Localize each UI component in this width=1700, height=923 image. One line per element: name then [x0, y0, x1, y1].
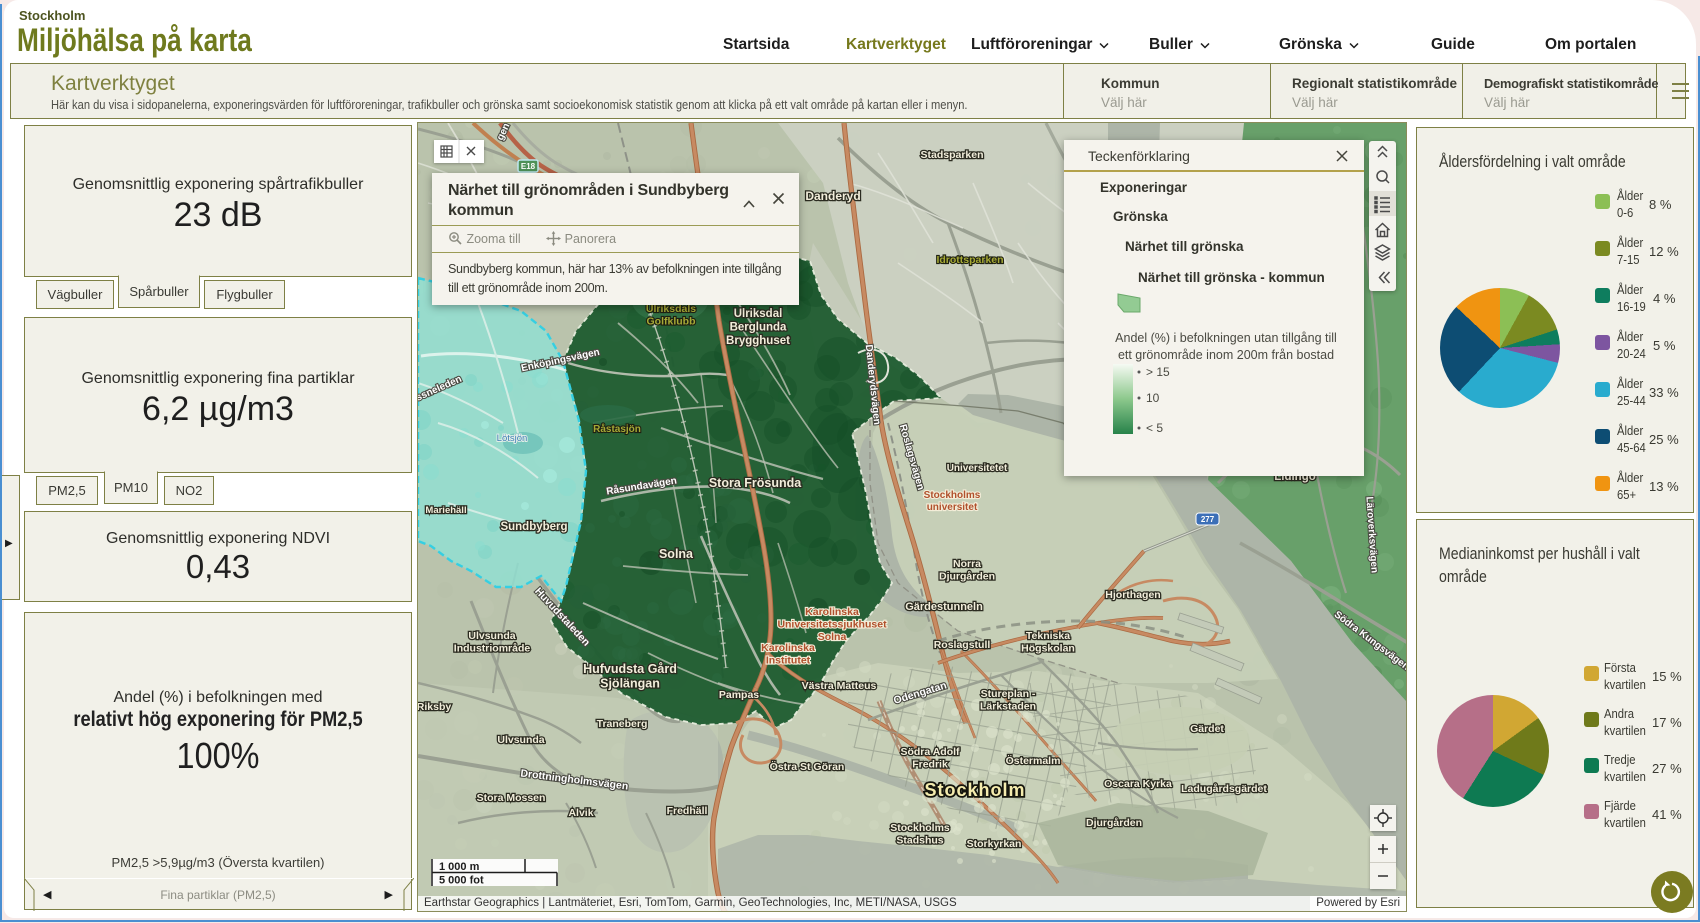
svg-text:Pampas: Pampas — [719, 689, 759, 701]
svg-text:Roslagstull: Roslagstull — [934, 639, 991, 651]
svg-text:Storkyrkan: Storkyrkan — [967, 838, 1022, 850]
svg-text:Djurgården: Djurgården — [1086, 817, 1142, 829]
svg-text:Ladugårdsgärdet: Ladugårdsgärdet — [1181, 783, 1267, 795]
svg-text:Hjorthagen: Hjorthagen — [1105, 589, 1160, 601]
svg-text:Riksby: Riksby — [418, 701, 451, 713]
svg-text:Östermalm: Östermalm — [1006, 754, 1061, 767]
svg-text:UlriksdalBerglundaBrygghuset: UlriksdalBerglundaBrygghuset — [726, 308, 790, 347]
svg-text:Västra Matteus: Västra Matteus — [802, 680, 877, 692]
svg-text:TekniskaHögskolan: TekniskaHögskolan — [1021, 630, 1075, 655]
svg-text:Fredhäll: Fredhäll — [667, 805, 708, 817]
svg-text:Råstasjön: Råstasjön — [593, 423, 641, 435]
svg-text:Oscara Kyrka: Oscara Kyrka — [1104, 778, 1172, 790]
svg-text:Stora Frösunda: Stora Frösunda — [709, 476, 802, 490]
svg-text:Universitetet: Universitetet — [947, 463, 1008, 474]
svg-text:E18: E18 — [521, 162, 536, 171]
svg-text:Mariehäll: Mariehäll — [425, 505, 466, 516]
svg-text:< 5: < 5 — [1146, 421, 1163, 435]
svg-text:StockholmsStadshus: StockholmsStadshus — [890, 822, 950, 847]
svg-text:277: 277 — [1201, 515, 1215, 524]
svg-text:10: 10 — [1146, 391, 1160, 405]
svg-text:Alvik: Alvik — [568, 807, 593, 819]
svg-text:Idrottsparken: Idrottsparken — [936, 254, 1003, 266]
svg-text:Stockholm: Stockholm — [924, 780, 1025, 800]
svg-text:Lötsjön: Lötsjön — [497, 433, 528, 444]
svg-text:Solna: Solna — [659, 547, 694, 561]
svg-text:Gärdestunneln: Gärdestunneln — [905, 601, 983, 613]
svg-text:Stockholmsuniversitet: Stockholmsuniversitet — [924, 490, 981, 513]
svg-text:UlriksdalsGolfklubb: UlriksdalsGolfklubb — [646, 303, 696, 328]
svg-text:Stureplan -Lärkstaden: Stureplan -Lärkstaden — [980, 688, 1036, 713]
svg-text:Gärdet: Gärdet — [1190, 723, 1224, 735]
svg-text:Danderyd: Danderyd — [805, 189, 860, 203]
svg-text:Östra St Göran: Östra St Göran — [770, 760, 845, 773]
svg-text:> 15: > 15 — [1146, 365, 1170, 379]
svg-text:Stora Mossen: Stora Mossen — [477, 792, 546, 804]
svg-text:1 000 m: 1 000 m — [439, 861, 480, 873]
svg-text:Ulvsunda: Ulvsunda — [497, 734, 544, 746]
svg-text:Stadsparken: Stadsparken — [920, 149, 983, 161]
svg-text:KarolinskaInstitutet: KarolinskaInstitutet — [761, 642, 815, 667]
svg-text:Traneberg: Traneberg — [597, 718, 648, 730]
svg-text:Sundbyberg: Sundbyberg — [500, 521, 567, 533]
svg-text:5 000 fot: 5 000 fot — [439, 875, 484, 887]
